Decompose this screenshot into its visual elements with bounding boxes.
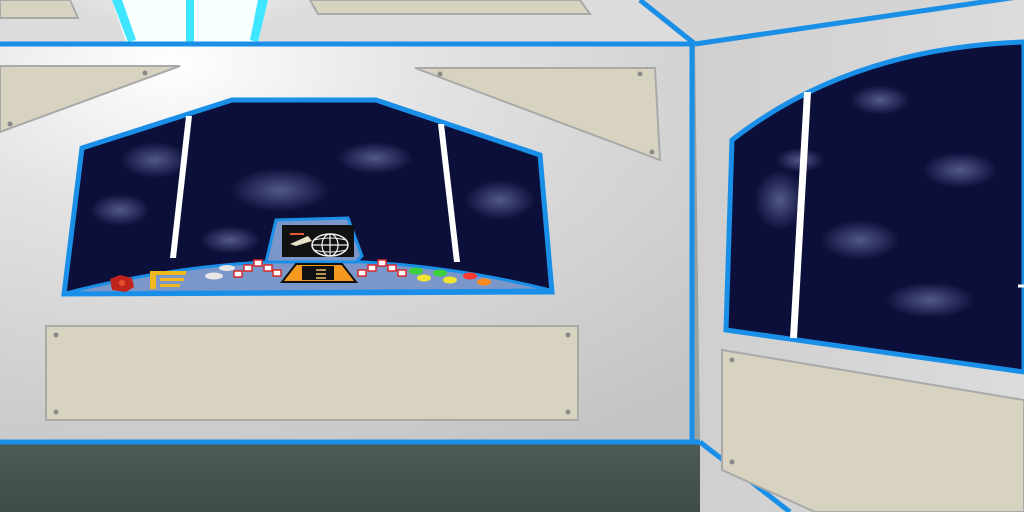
green-button[interactable]: [433, 269, 447, 277]
wall-panel-lower: [45, 325, 579, 421]
white-light: [219, 265, 235, 271]
orange-button[interactable]: [477, 278, 491, 286]
yellow-button[interactable]: [417, 274, 431, 282]
ceiling-panel-right: [308, 0, 592, 15]
green-button[interactable]: [409, 267, 423, 275]
scene-canvas: [0, 0, 1024, 512]
spaceship-bridge-scene: [0, 0, 1024, 512]
yellow-button[interactable]: [443, 276, 457, 284]
ceiling-light-divider: [186, 0, 194, 42]
white-light: [205, 272, 223, 280]
globe-grid-icon: [311, 233, 349, 257]
red-button[interactable]: [463, 272, 477, 280]
